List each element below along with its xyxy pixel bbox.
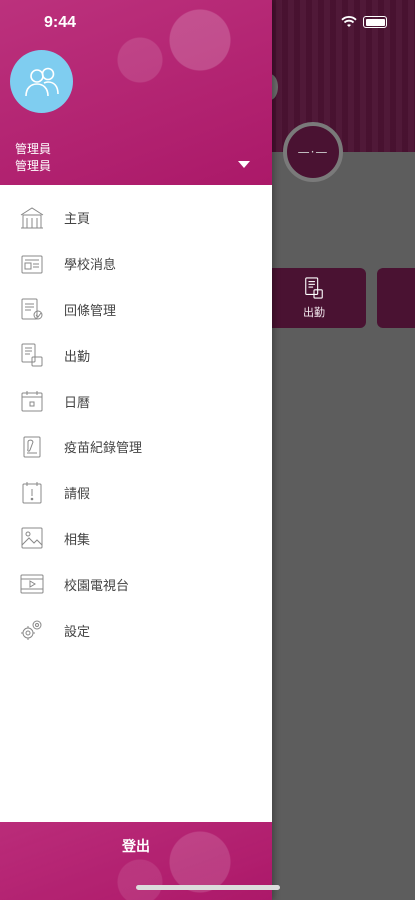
menu-item-label: 學校消息 — [64, 258, 117, 274]
logout-label: 登出 — [122, 839, 150, 855]
user-name: 管理員 — [15, 142, 52, 156]
background-tile-attendance: 出勤 — [262, 268, 366, 328]
home-indicator[interactable] — [136, 885, 280, 890]
background-tile-label: 出勤 — [303, 306, 325, 319]
drawer-menu: 主頁 學校消息 回條管理 出勤 日曆 疫苗紀錄管理 請假 相集 校園電視台 設定 — [0, 195, 272, 653]
avatar[interactable] — [10, 50, 73, 113]
settings-icon — [18, 616, 46, 644]
leave-icon — [18, 479, 46, 507]
menu-item-home[interactable]: 主頁 — [0, 195, 272, 241]
chevron-down-icon[interactable] — [238, 161, 250, 168]
attendance-icon — [305, 277, 323, 299]
ellipsis-icon: —·— — [297, 145, 329, 159]
menu-item-label: 回條管理 — [64, 303, 117, 319]
users-icon — [24, 67, 59, 96]
menu-item-label: 請假 — [64, 487, 91, 503]
school-icon — [18, 204, 46, 232]
menu-item-vaccine-records[interactable]: 疫苗紀錄管理 — [0, 424, 272, 470]
reply-slip-icon — [18, 295, 46, 323]
menu-item-label: 相集 — [64, 532, 91, 548]
vaccine-record-icon — [18, 433, 46, 461]
status-bar: 9:44 — [0, 0, 415, 44]
menu-item-label: 校園電視台 — [64, 578, 130, 594]
menu-item-album[interactable]: 相集 — [0, 516, 272, 562]
menu-item-reply-slip[interactable]: 回條管理 — [0, 287, 272, 333]
menu-item-campus-tv[interactable]: 校園電視台 — [0, 561, 272, 607]
menu-item-leave[interactable]: 請假 — [0, 470, 272, 516]
menu-item-school-news[interactable]: 學校消息 — [0, 241, 272, 287]
status-icons — [341, 16, 387, 28]
wifi-icon — [341, 16, 357, 27]
attendance-icon — [18, 341, 46, 369]
menu-item-label: 設定 — [64, 624, 91, 640]
status-time: 9:44 — [44, 14, 77, 31]
navigation-drawer: 管理員 管理員 主頁 學校消息 回條管理 出勤 日曆 疫苗紀錄管理 請假 相集 … — [0, 0, 272, 900]
album-icon — [18, 524, 46, 552]
menu-item-settings[interactable]: 設定 — [0, 607, 272, 653]
menu-item-label: 主頁 — [64, 212, 91, 228]
user-role: 管理員 — [15, 159, 52, 173]
tv-icon — [18, 570, 46, 598]
menu-item-label: 出勤 — [64, 349, 91, 365]
background-tile — [377, 268, 415, 328]
background-logo-circle: —·— — [283, 122, 343, 182]
news-icon — [18, 250, 46, 278]
menu-item-calendar[interactable]: 日曆 — [0, 378, 272, 424]
menu-item-label: 日曆 — [64, 395, 91, 411]
calendar-icon — [18, 387, 46, 415]
menu-item-label: 疫苗紀錄管理 — [64, 441, 143, 457]
menu-item-attendance[interactable]: 出勤 — [0, 332, 272, 378]
battery-icon — [363, 16, 387, 28]
